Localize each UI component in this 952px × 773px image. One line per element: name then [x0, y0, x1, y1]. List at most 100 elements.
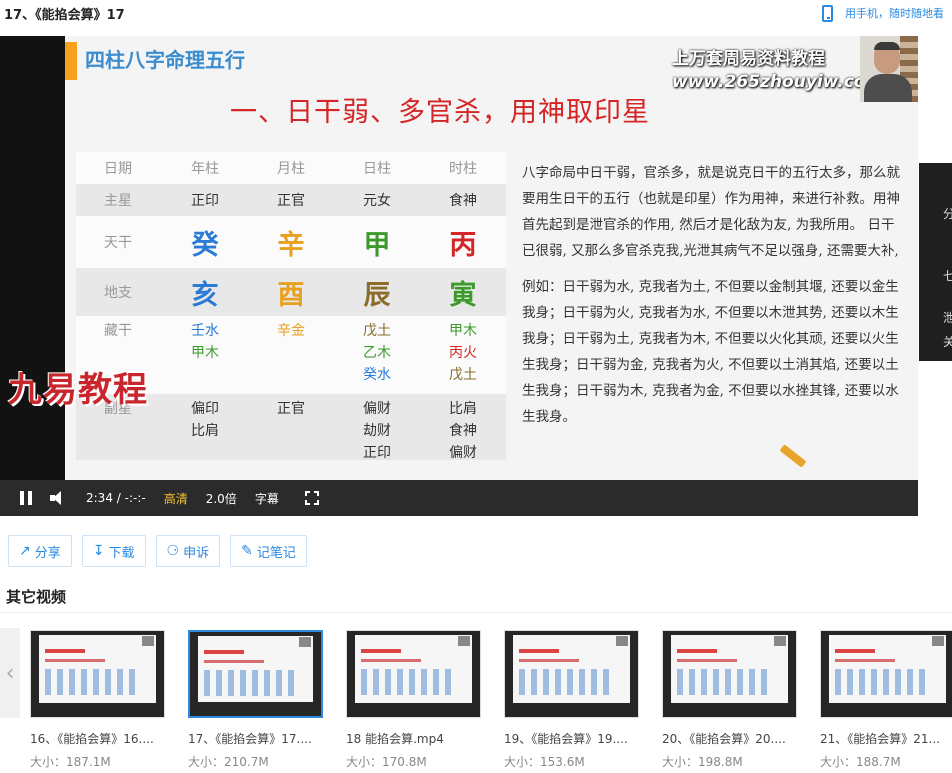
table-row: 天干 癸 辛 甲 丙 — [76, 216, 506, 268]
subtitle-button[interactable]: 字幕 — [255, 490, 279, 507]
download-icon: ↧ — [92, 543, 105, 559]
video-size: 大小：198.8M — [662, 755, 743, 769]
table-cell: 戊土 乙木 癸水 — [363, 323, 391, 383]
download-label: 下载 — [108, 545, 135, 561]
paragraph: 例如：日干弱为水, 克我者为土, 不但要以金制其堰, 还要以金生我身；日干弱为火… — [522, 279, 899, 425]
take-notes-button[interactable]: ✎ 记笔记 — [230, 535, 307, 567]
row-label: 地支 — [104, 285, 132, 301]
video-name[interactable]: 17、《能掐会算》17.... — [188, 730, 323, 747]
side-panel[interactable]: 分 七 泄 关 — [919, 163, 952, 361]
table-cell: 辛金 — [277, 323, 305, 339]
megaphone-icon: ⚆ — [166, 543, 180, 559]
video-size: 大小：188.7M — [820, 755, 901, 769]
table-cell: 偏财 劫财 正印 — [363, 401, 391, 461]
video-size: 大小：170.8M — [346, 755, 427, 769]
video-card[interactable]: 16、《能掐会算》16.... 大小：187.1M — [30, 630, 165, 770]
presenter-video — [860, 36, 918, 102]
header-cell: 时柱 — [449, 161, 477, 177]
slide-heading: 四柱八字命理五行 — [85, 48, 245, 72]
page-title: 17、《能掐会算》17 — [4, 8, 125, 23]
chevron-left-icon[interactable]: ‹ — [0, 628, 20, 718]
divider — [0, 612, 952, 613]
table-cell: 食神 — [449, 193, 477, 209]
table-header-row: 日期 年柱 月柱 日柱 时柱 — [76, 152, 506, 184]
video-name[interactable]: 18 能掐会算.mp4 — [346, 730, 481, 747]
video-player[interactable]: 四柱八字命理五行 上万套周易资料教程 www.265zhouyiw.com 一、… — [0, 36, 918, 516]
download-button[interactable]: ↧ 下载 — [81, 535, 146, 567]
video-thumbnail[interactable] — [188, 630, 323, 718]
side-panel-text: 泄 — [943, 311, 952, 325]
pen-icon: ✎ — [241, 543, 253, 559]
watermark-url: www.265zhouyiw.com — [672, 72, 884, 92]
slide-accent-bar — [65, 42, 77, 80]
video-size: 大小：210.7M — [188, 755, 269, 769]
video-card[interactable]: 21、《能掐会算》21... 大小：188.7M — [820, 630, 952, 770]
action-bar: ↗ 分享 ↧ 下载 ⚆ 申诉 ✎ 记笔记 — [8, 535, 317, 567]
table-cell: 酉 — [277, 279, 305, 311]
player-controls: 2:34 / -:-:- 高清 2.0倍 字幕 — [0, 480, 918, 516]
video-name[interactable]: 20、《能掐会算》20.... — [662, 730, 797, 747]
video-card[interactable]: 18 能掐会算.mp4 大小：170.8M — [346, 630, 481, 770]
slide-title: 一、日干弱、多官杀，用神取印星 — [230, 97, 650, 128]
pencil-icon — [779, 444, 807, 468]
video-name[interactable]: 16、《能掐会算》16.... — [30, 730, 165, 747]
side-panel-text: 关 — [943, 335, 952, 349]
row-label: 主星 — [104, 193, 132, 209]
time-display: 2:34 / -:-:- — [86, 491, 146, 505]
share-button[interactable]: ↗ 分享 — [8, 535, 72, 567]
table-cell: 壬水 甲木 — [191, 323, 219, 361]
quality-button[interactable]: 高清 — [164, 490, 188, 507]
header-cell: 年柱 — [191, 161, 219, 177]
other-videos-title: 其它视频 — [6, 588, 67, 606]
volume-icon[interactable] — [50, 491, 68, 505]
slide-content: 四柱八字命理五行 上万套周易资料教程 www.265zhouyiw.com 一、… — [65, 36, 918, 480]
table-cell: 正印 — [191, 193, 219, 209]
mobile-view-link[interactable]: 用手机，随时随地看 — [822, 2, 952, 24]
table-row: 地支 亥 酉 辰 寅 — [76, 268, 506, 316]
header-cell: 日期 — [104, 161, 132, 177]
table-cell: 元女 — [363, 193, 391, 209]
take-notes-label: 记笔记 — [256, 545, 296, 561]
video-size: 大小：153.6M — [504, 755, 585, 769]
video-thumbnail[interactable] — [662, 630, 797, 718]
table-row: 主星 正印 正官 元女 食神 — [76, 184, 506, 216]
mobile-view-label: 用手机，随时随地看 — [845, 7, 944, 20]
table-cell: 辰 — [363, 279, 391, 311]
video-card[interactable]: 17、《能掐会算》17.... 大小：210.7M — [188, 630, 323, 770]
video-name[interactable]: 21、《能掐会算》21... — [820, 730, 952, 747]
header-cell: 月柱 — [277, 161, 305, 177]
channel-logo: 九易教程 — [8, 370, 148, 410]
table-cell: 正官 — [277, 401, 305, 417]
video-size: 大小：187.1M — [30, 755, 111, 769]
table-cell: 偏印 比肩 — [191, 401, 219, 439]
video-name[interactable]: 19、《能掐会算》19.... — [504, 730, 639, 747]
speed-button[interactable]: 2.0倍 — [206, 490, 237, 507]
row-label: 藏干 — [104, 323, 132, 339]
phone-icon — [822, 4, 833, 22]
table-cell: 亥 — [191, 279, 219, 311]
paragraph: 八字命局中日干弱，官杀多，就是说克日干的五行太多，那么就要用生日干的五行（也就是… — [522, 165, 900, 259]
video-thumbnail[interactable] — [30, 630, 165, 718]
fullscreen-icon[interactable] — [304, 491, 319, 505]
bazi-table: 日期 年柱 月柱 日柱 时柱 主星 正印 正官 元女 食神 天干 癸 辛 甲 丙 — [76, 152, 506, 461]
video-card[interactable]: 20、《能掐会算》20.... 大小：198.8M — [662, 630, 797, 770]
table-cell: 癸 — [191, 229, 219, 261]
video-thumbnail[interactable] — [504, 630, 639, 718]
video-thumbnail[interactable] — [346, 630, 481, 718]
table-cell: 比肩 食神 偏财 — [449, 401, 477, 461]
appeal-label: 申诉 — [183, 545, 210, 561]
watermark-text: 上万套周易资料教程 — [672, 49, 825, 69]
row-label: 天干 — [104, 235, 132, 251]
table-cell: 辛 — [277, 229, 305, 261]
table-cell: 正官 — [277, 193, 305, 209]
appeal-button[interactable]: ⚆ 申诉 — [155, 535, 221, 567]
side-panel-text: 七 — [943, 269, 952, 283]
video-card[interactable]: 19、《能掐会算》19.... 大小：153.6M — [504, 630, 639, 770]
table-cell: 寅 — [449, 279, 477, 311]
side-panel-text: 分 — [943, 207, 952, 221]
pause-button[interactable] — [20, 491, 32, 505]
video-thumbnail[interactable] — [820, 630, 952, 718]
share-icon: ↗ — [19, 543, 31, 559]
slide-paragraphs: 八字命局中日干弱，官杀多，就是说克日干的五行太多，那么就要用生日干的五行（也就是… — [522, 160, 900, 440]
table-cell: 甲木 丙火 戊土 — [449, 323, 477, 383]
